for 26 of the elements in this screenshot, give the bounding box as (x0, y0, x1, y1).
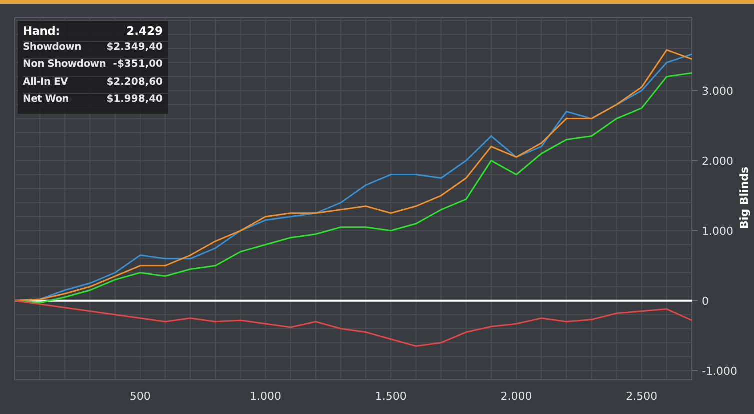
tick-mark (692, 160, 698, 162)
tooltip-label: Hand: (23, 24, 60, 38)
x-tick-label: 2.000 (500, 390, 532, 403)
y-tick-label: 2.000 (702, 154, 734, 168)
tick-mark (692, 90, 698, 92)
x-tick-label: 2.500 (626, 390, 658, 403)
tick-mark (692, 370, 698, 372)
x-tick-label: 500 (130, 390, 151, 403)
tooltip-value: $2.349,40 (106, 42, 163, 52)
tooltip-value: 2.429 (126, 24, 163, 38)
x-tick-label: 1.500 (375, 390, 407, 403)
y-axis-label: Big Blinds (738, 166, 751, 230)
tooltip-label: Non Showdown (23, 59, 106, 70)
tooltip-value: $1.998,40 (106, 94, 163, 105)
tooltip-value: -$351,00 (113, 59, 163, 70)
tooltip-label: All-In EV (23, 76, 68, 88)
x-tick-label: 1.000 (250, 390, 282, 403)
tick-mark (692, 300, 698, 302)
y-tick-label: 3.000 (702, 84, 734, 98)
y-tick-label: -1.000 (702, 364, 738, 378)
y-tick-label: 1.000 (702, 224, 734, 238)
tick-mark (692, 230, 698, 232)
tooltip-value: $2.208,60 (106, 76, 163, 88)
tooltip-label: Showdown (23, 42, 82, 52)
y-tick-label: 0 (702, 294, 709, 308)
tooltip-label: Net Won (23, 94, 69, 105)
